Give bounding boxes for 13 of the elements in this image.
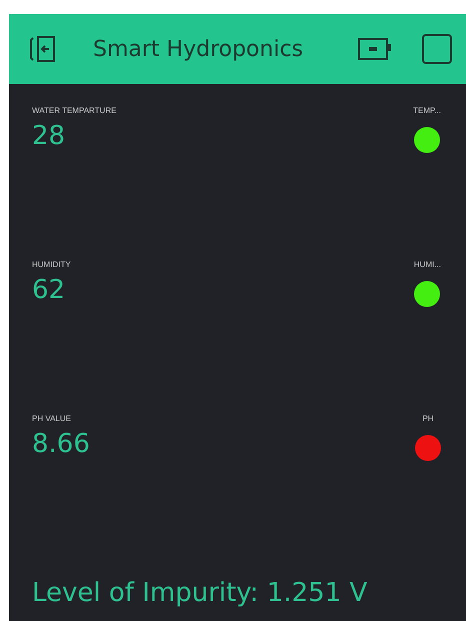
led-label: TEMP... [413, 106, 441, 115]
widget-value: 8.66 [32, 429, 90, 459]
widget-value: 62 [32, 275, 66, 305]
led-label: HUMI... [414, 260, 441, 269]
widget-value: 28 [32, 121, 66, 151]
widget-label: PH VALUE [32, 414, 72, 423]
led-label: PH [422, 414, 434, 423]
impurity-reading: Level of Impurity: 1.251 V [32, 578, 368, 608]
device-icon[interactable] [358, 37, 392, 61]
widget-label: HUMIDITY [32, 260, 71, 269]
app-title: Smart Hydroponics [93, 36, 304, 62]
widget-label: WATER TEMPARTURE [32, 106, 116, 115]
square-icon[interactable] [422, 34, 452, 64]
